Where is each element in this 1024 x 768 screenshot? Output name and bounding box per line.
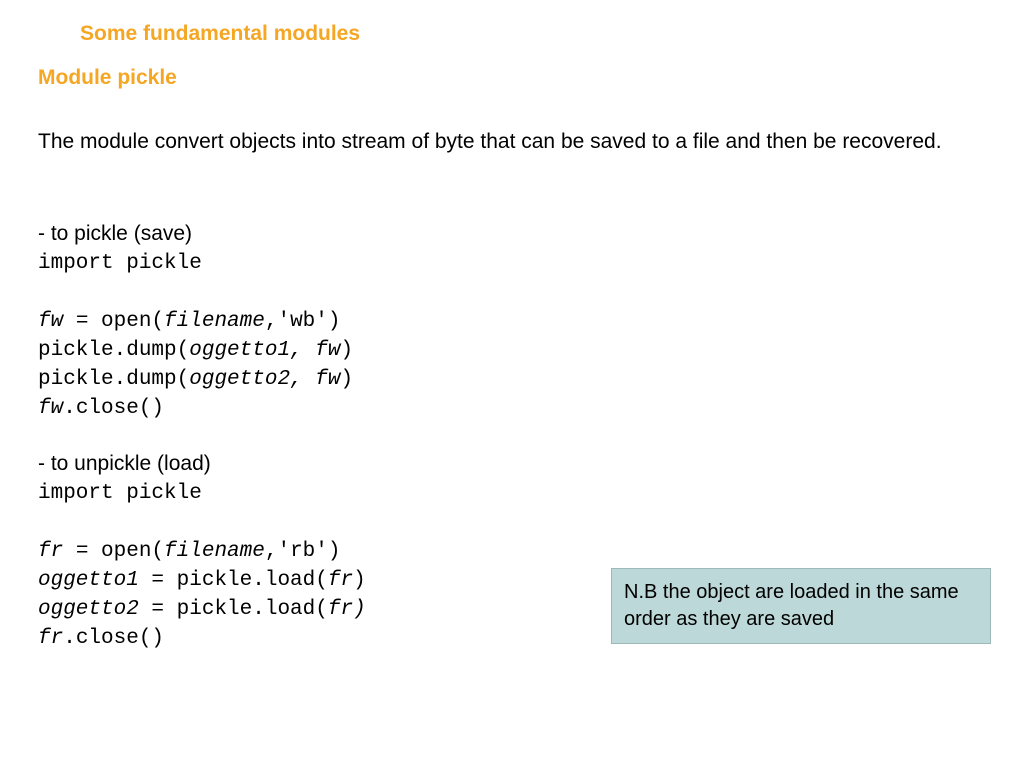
- code-var: oggetto2, fw: [189, 368, 340, 391]
- code-text: ): [340, 368, 353, 391]
- code-var: oggetto1: [38, 569, 139, 592]
- code-text: ): [340, 339, 353, 362]
- code-var: fr): [328, 598, 366, 621]
- slide-title: Some fundamental modules: [80, 22, 360, 46]
- code-var: fr: [38, 540, 63, 563]
- code-var: fw: [38, 397, 63, 420]
- code-var: filename: [164, 540, 265, 563]
- code-var: fr: [38, 627, 63, 650]
- code-text: ): [353, 569, 366, 592]
- code-var: filename: [164, 310, 265, 333]
- code-text: .close(): [63, 397, 164, 420]
- code-text: .close(): [63, 627, 164, 650]
- code-line: import pickle: [38, 252, 202, 275]
- unpickle-section-label: - to unpickle (load): [38, 452, 211, 476]
- code-text: ,'wb'): [265, 310, 341, 333]
- code-text: pickle.dump(: [38, 368, 189, 391]
- code-text: = pickle.load(: [139, 598, 328, 621]
- code-block-unpickle: import pickle fr = open(filename,'rb') o…: [38, 480, 366, 654]
- code-line: import pickle: [38, 482, 202, 505]
- module-description: The module convert objects into stream o…: [38, 128, 984, 156]
- code-text: pickle.dump(: [38, 339, 189, 362]
- code-var: fr: [328, 569, 353, 592]
- code-var: oggetto2: [38, 598, 139, 621]
- code-text: = open(: [63, 310, 164, 333]
- code-var: fw: [38, 310, 63, 333]
- module-heading: Module pickle: [38, 66, 177, 90]
- code-text: = open(: [63, 540, 164, 563]
- code-text: = pickle.load(: [139, 569, 328, 592]
- code-var: oggetto1, fw: [189, 339, 340, 362]
- code-block-pickle: import pickle fw = open(filename,'wb') p…: [38, 250, 353, 424]
- code-text: ,'rb'): [265, 540, 341, 563]
- note-box: N.B the object are loaded in the same or…: [611, 568, 991, 644]
- pickle-section-label: - to pickle (save): [38, 222, 192, 246]
